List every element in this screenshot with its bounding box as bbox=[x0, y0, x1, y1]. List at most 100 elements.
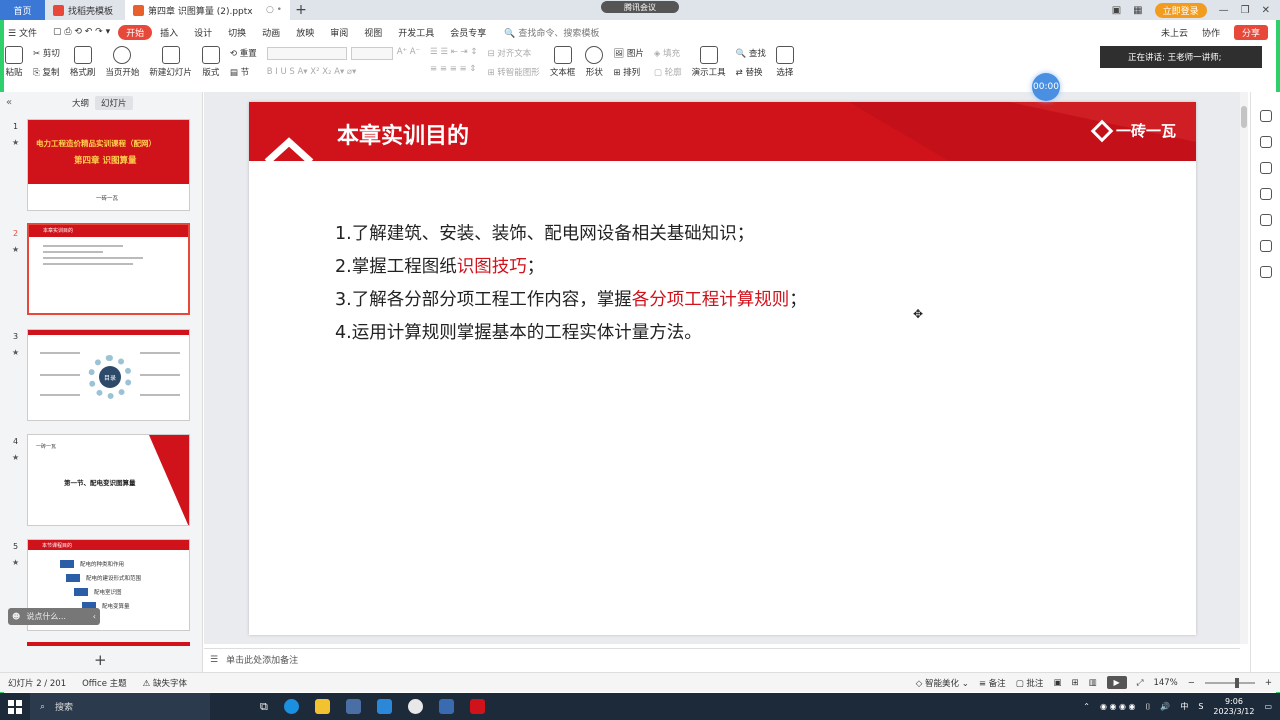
slide-thumbnail-3[interactable]: 目录 bbox=[27, 329, 190, 421]
menu-developer[interactable]: 开发工具 bbox=[390, 26, 442, 39]
close-window-button[interactable]: ✕ bbox=[1262, 5, 1270, 16]
font-family-select[interactable] bbox=[266, 47, 347, 60]
image-tool-icon[interactable] bbox=[1259, 214, 1272, 226]
font-size-select[interactable] bbox=[350, 47, 393, 60]
taskbar-search[interactable]: ⌕ 搜索 bbox=[30, 693, 210, 720]
menu-member[interactable]: 会员专享 bbox=[442, 26, 494, 39]
normal-view-icon[interactable]: ▣ bbox=[1053, 678, 1061, 688]
format-painter-button[interactable]: 格式刷 bbox=[65, 44, 101, 80]
menu-file[interactable]: ☰ 文件 bbox=[0, 26, 45, 39]
annotate-button[interactable]: ▢ 批注 bbox=[1016, 677, 1044, 689]
add-slide-button[interactable]: + bbox=[94, 651, 107, 669]
zoom-slider-knob[interactable] bbox=[1234, 677, 1239, 688]
collapse-panel-icon[interactable]: « bbox=[6, 97, 12, 108]
login-button[interactable]: 立即登录 bbox=[1154, 2, 1207, 18]
restore-button[interactable]: ❐ bbox=[1241, 5, 1250, 16]
outline-button[interactable]: ▢ 轮廓 bbox=[654, 66, 682, 78]
copy-format-icon[interactable] bbox=[1259, 188, 1272, 200]
menu-start[interactable]: 开始 bbox=[118, 24, 153, 40]
paragraph-align-buttons[interactable]: ≡ ≡ ≡ ≡ ⇕ bbox=[430, 64, 477, 74]
calculator-icon[interactable] bbox=[345, 699, 361, 714]
smart-graphic-button[interactable]: ⊞ 转智能图形 bbox=[487, 66, 539, 78]
edge-browser-icon[interactable] bbox=[283, 699, 299, 714]
sorter-view-icon[interactable]: ⊞ bbox=[1071, 678, 1078, 688]
zoom-slider[interactable] bbox=[1204, 677, 1255, 688]
new-slide-button[interactable]: 新建幻灯片 bbox=[144, 44, 197, 80]
layout-icon[interactable]: ▣ bbox=[1112, 5, 1121, 16]
menu-design[interactable]: 设计 bbox=[186, 26, 220, 39]
volume-icon[interactable]: 🔊 bbox=[1160, 702, 1170, 711]
textbox-button[interactable]: 文本框 bbox=[545, 44, 581, 80]
design-icon[interactable] bbox=[1259, 136, 1272, 148]
theme-name[interactable]: Office 主题 bbox=[74, 677, 135, 689]
file-explorer-icon[interactable] bbox=[314, 699, 330, 714]
tab-template[interactable]: 找稻壳模板 bbox=[45, 0, 125, 20]
section-button[interactable]: ▤ 节 bbox=[230, 66, 257, 78]
tab-home[interactable]: 首页 bbox=[0, 0, 45, 20]
tab-outline[interactable]: 大纲 bbox=[66, 96, 95, 110]
chevron-left-icon[interactable]: ‹ bbox=[93, 612, 100, 621]
menu-slideshow[interactable]: 放映 bbox=[288, 26, 322, 39]
zoom-in-button[interactable]: + bbox=[1265, 678, 1272, 688]
notes-toggle-button[interactable]: ≡ 备注 bbox=[979, 677, 1006, 689]
missing-font-button[interactable]: ⚠ 缺失字体 bbox=[135, 677, 195, 689]
shape-button[interactable]: 形状 bbox=[580, 44, 608, 80]
menu-view[interactable]: 视图 bbox=[356, 26, 390, 39]
current-slide[interactable]: 本章实训目的 一砖一瓦 1.了解建筑、安装、装饰、配电网设备相关基础知识； 2.… bbox=[249, 102, 1196, 635]
close-tab-icon[interactable]: ○ • bbox=[266, 5, 282, 15]
fill-button[interactable]: ◈ 填充 bbox=[654, 47, 682, 59]
object-property-icon[interactable] bbox=[1259, 110, 1272, 122]
paragraph-list-buttons[interactable]: ☰ ☰ ⇤ ⇥ ↕ bbox=[430, 47, 477, 57]
tray-app-icons[interactable]: ◉ ◉ ◉ ◉ bbox=[1100, 702, 1136, 711]
arrange-button[interactable]: ⊞ 排列 bbox=[613, 66, 644, 78]
wps-app-icon[interactable] bbox=[469, 699, 485, 714]
slideshow-play-button[interactable]: ▶ bbox=[1106, 676, 1127, 689]
cloud-status[interactable]: 未上云 bbox=[1161, 26, 1188, 39]
meeting-indicator[interactable]: 腾讯会议 bbox=[601, 1, 679, 13]
chat-input[interactable]: ☻ 说点什么... ‹ bbox=[8, 608, 100, 625]
notification-icon[interactable]: ▭ bbox=[1264, 702, 1272, 711]
network-icon[interactable]: ⌷ bbox=[1146, 702, 1151, 712]
paste-button[interactable]: 粘贴 bbox=[0, 44, 28, 80]
fit-window-icon[interactable]: ⤢ bbox=[1137, 678, 1144, 688]
collab-button[interactable]: 协作 bbox=[1202, 26, 1220, 39]
slide-thumbnail-6-partial[interactable] bbox=[27, 642, 190, 646]
chat-app-icon[interactable] bbox=[407, 699, 423, 714]
menu-animation[interactable]: 动画 bbox=[254, 26, 288, 39]
window-grid-icon[interactable]: ▦ bbox=[1133, 5, 1142, 16]
photos-app-icon[interactable] bbox=[438, 699, 454, 714]
reset-button[interactable]: ⟲ 重置 bbox=[230, 47, 257, 59]
notes-handle-icon[interactable]: ☰ bbox=[210, 655, 218, 665]
recording-timer[interactable]: 00:00 bbox=[1032, 73, 1060, 101]
zoom-out-button[interactable]: − bbox=[1188, 678, 1195, 688]
meeting-app-icon[interactable] bbox=[376, 699, 392, 714]
smart-beautify-button[interactable]: ◇ 智能美化 ⌄ bbox=[916, 677, 969, 689]
wps-tray-icon[interactable]: S bbox=[1198, 702, 1203, 711]
scrollbar-thumb[interactable] bbox=[1241, 106, 1247, 128]
zoom-level[interactable]: 147% bbox=[1153, 678, 1177, 688]
replace-button[interactable]: ⇄ 替换 bbox=[736, 66, 766, 78]
layout-button[interactable]: 版式 bbox=[197, 44, 225, 80]
new-tab-button[interactable]: + bbox=[290, 0, 312, 20]
animation-icon[interactable] bbox=[1259, 162, 1272, 174]
location-icon[interactable] bbox=[1259, 266, 1272, 278]
menu-review[interactable]: 审阅 bbox=[322, 26, 356, 39]
copy-button[interactable]: ⎘ 复制 bbox=[33, 66, 60, 78]
font-style-buttons[interactable]: B I U S A▾ X² X₂ A▾ ⌀▾ bbox=[267, 67, 420, 77]
picture-button[interactable]: 🖼 图片 bbox=[613, 47, 644, 59]
font-grow-icon[interactable]: A⁺ A⁻ bbox=[397, 47, 420, 60]
system-clock[interactable]: 9:06 2023/3/12 bbox=[1213, 697, 1254, 717]
share-button[interactable]: 分享 bbox=[1233, 24, 1268, 40]
task-view-icon[interactable]: ⧉ bbox=[260, 700, 268, 714]
find-button[interactable]: 🔍 查找 bbox=[736, 47, 766, 59]
slide-thumbnail-4[interactable]: 一砖一瓦 第一节、配电变识图算量 bbox=[27, 434, 190, 526]
windows-start-icon[interactable] bbox=[8, 699, 22, 714]
command-search[interactable]: 🔍 查找命令、搜索模板 bbox=[504, 26, 599, 39]
menu-transition[interactable]: 切换 bbox=[220, 26, 254, 39]
vertical-scrollbar[interactable] bbox=[1240, 92, 1248, 644]
reading-view-icon[interactable]: ▥ bbox=[1089, 678, 1097, 688]
slide-body-text[interactable]: 1.了解建筑、安装、装饰、配电网设备相关基础知识； 2.掌握工程图纸识图技巧； … bbox=[335, 218, 807, 350]
tray-arrow-icon[interactable]: ⌃ bbox=[1083, 702, 1090, 711]
notes-bar[interactable]: ☰ 单击此处添加备注 bbox=[204, 648, 1240, 670]
tab-slides[interactable]: 幻灯片 bbox=[95, 96, 133, 110]
